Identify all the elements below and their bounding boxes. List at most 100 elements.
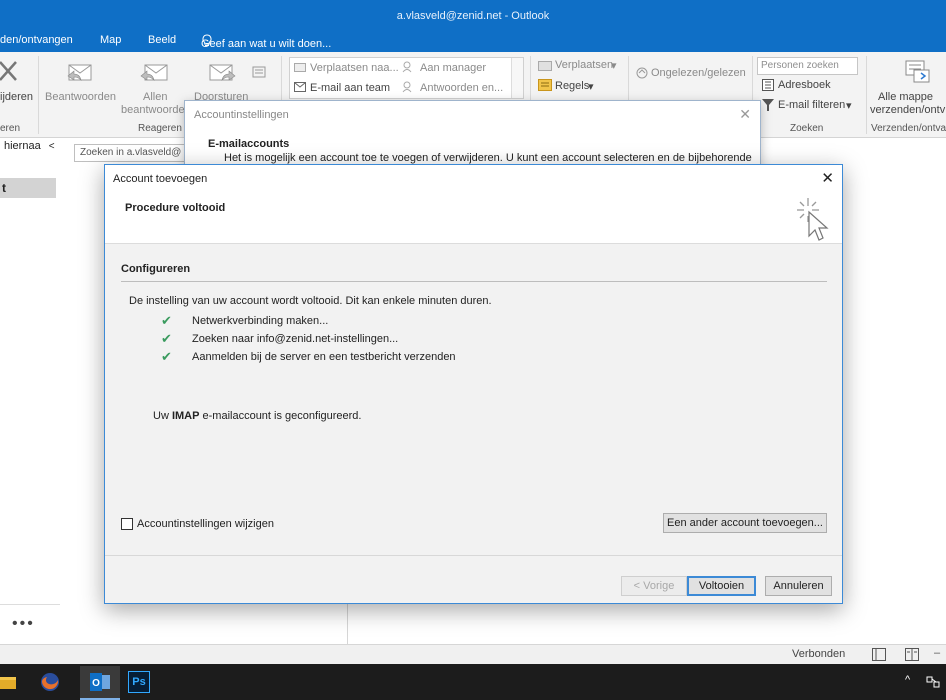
taskbar: O Ps ^: [0, 664, 946, 700]
address-book-button[interactable]: Adresboek: [778, 79, 831, 91]
config-step-label: Aanmelden bij de server en een testberic…: [192, 351, 456, 363]
filter-icon: [762, 99, 774, 111]
checkbox-box[interactable]: [121, 518, 133, 530]
reply-all-label-1[interactable]: Allen: [143, 91, 167, 103]
drag-here-label: hiernaa: [4, 140, 41, 152]
reply-icon: [67, 64, 92, 81]
group-respond-label: Reageren: [138, 123, 182, 134]
finish-button[interactable]: Voltooien: [687, 576, 756, 596]
close-icon[interactable]: ✕: [739, 106, 751, 123]
quick-step-reply-delete[interactable]: Antwoorden en...: [420, 82, 503, 94]
chevron-down-icon: ▾: [611, 60, 617, 72]
configure-section-title: Configureren: [121, 263, 191, 275]
email-accounts-description: Het is mogelijk een account toe te voege…: [224, 152, 752, 164]
configure-intro-text: De instelling van uw account wordt volto…: [129, 295, 492, 307]
result-protocol: IMAP: [171, 410, 200, 422]
config-step: ✔ Zoeken naar info@zenid.net-instellinge…: [161, 331, 398, 347]
dialog-header-title: Procedure voltooid: [125, 202, 226, 214]
unread-read-icon: [636, 67, 648, 79]
ribbon-separator: [38, 56, 39, 134]
status-bar: Verbonden –: [0, 644, 946, 664]
group-find-label: Zoeken: [790, 123, 824, 134]
photoshop-icon[interactable]: Ps: [128, 671, 150, 693]
window-title: a.vlasveld@zenid.net - Outlook: [396, 10, 550, 22]
quick-step-move-to[interactable]: Verplaatsen naa...: [310, 62, 399, 74]
result-prefix: Uw: [153, 410, 172, 422]
dialog-titlebar: Account toevoegen ✕: [105, 165, 842, 192]
close-icon[interactable]: ✕: [821, 169, 834, 187]
config-step-label: Netwerkverbinding maken...: [192, 315, 329, 327]
manager-icon: [402, 61, 412, 73]
cancel-button[interactable]: Annuleren: [765, 576, 832, 596]
chevron-down-icon: ▾: [846, 100, 852, 112]
chevron-up-icon[interactable]: ^: [905, 674, 910, 686]
tab-view[interactable]: Beeld: [148, 34, 176, 46]
firefox-icon[interactable]: [40, 672, 60, 692]
dialog-header: Procedure voltooid: [105, 192, 842, 244]
config-step: ✔ Aanmelden bij de server en een testber…: [161, 349, 456, 365]
config-step: ✔ Netwerkverbinding maken...: [161, 313, 328, 329]
move-icon: [538, 61, 552, 71]
pane-divider: [347, 604, 348, 644]
add-account-dialog: Account toevoegen ✕ Procedure voltooid C…: [104, 164, 843, 604]
checkmark-icon: ✔: [161, 331, 172, 346]
account-settings-title: Accountinstellingen: [194, 109, 289, 121]
filter-email-button[interactable]: E-mail filteren: [778, 99, 845, 111]
delete-icon: [0, 61, 17, 81]
dialog-title: Account toevoegen: [113, 173, 208, 185]
normal-view-icon[interactable]: [872, 648, 886, 661]
collapse-pane-icon[interactable]: <: [49, 141, 55, 152]
change-settings-checkbox[interactable]: Accountinstellingen wijzigen: [121, 518, 274, 530]
search-people-input[interactable]: Personen zoeken: [757, 57, 858, 75]
change-settings-label: Accountinstellingen wijzigen: [137, 518, 274, 530]
svg-text:O: O: [92, 678, 100, 689]
send-receive-all-label-1[interactable]: Alle mappe: [878, 91, 933, 103]
connection-status: Verbonden: [792, 648, 846, 660]
chevron-down-icon: ▾: [588, 81, 594, 93]
gallery-scroll[interactable]: [511, 58, 523, 98]
file-explorer-icon[interactable]: [0, 674, 16, 690]
quick-step-manager[interactable]: Aan manager: [420, 62, 486, 74]
checkmark-icon: ✔: [161, 349, 172, 364]
tell-me-label: Geef aan wat u wilt doen...: [201, 38, 332, 50]
selected-folder[interactable]: t: [0, 178, 56, 198]
config-step-label: Zoeken naar info@zenid.net-instellingen.…: [192, 333, 399, 345]
address-book-icon: [762, 79, 774, 91]
unread-read-button[interactable]: Ongelezen/gelezen: [651, 67, 746, 79]
account-settings-dialog: Accountinstellingen ✕ E-mailaccounts Het…: [184, 100, 761, 170]
result-suffix: e-mailaccount is geconfigureerd.: [199, 410, 362, 422]
forward-icon: [209, 64, 236, 81]
reading-view-icon[interactable]: [905, 648, 919, 661]
outlook-taskbar-button[interactable]: O: [80, 666, 120, 700]
reply-all-label-2[interactable]: beantwoorden: [121, 104, 191, 116]
move-button[interactable]: Verplaatsen: [555, 59, 613, 71]
search-mailbox-input[interactable]: Zoeken in a.vlasveld@: [74, 144, 194, 162]
quick-steps-gallery[interactable]: Verplaatsen naa... Aan manager E-mail aa…: [289, 57, 524, 99]
tab-send-receive[interactable]: den/ontvangen: [0, 34, 73, 46]
ribbon-separator: [866, 56, 867, 134]
footer-divider: [105, 555, 842, 556]
tab-folder[interactable]: Map: [100, 34, 121, 46]
rules-icon: [538, 79, 552, 91]
checkmark-icon: ✔: [161, 313, 172, 328]
send-receive-all-icon: [905, 60, 930, 83]
zoom-out-icon[interactable]: –: [934, 647, 940, 659]
reply-delete-icon: [402, 81, 412, 93]
group-send-receive-label: Verzenden/ontva: [871, 123, 946, 134]
rules-button[interactable]: Regels: [555, 80, 589, 92]
delete-button[interactable]: ijderen: [0, 91, 33, 103]
email-accounts-heading: E-mailaccounts: [208, 138, 290, 150]
config-result-text: Uw IMAP e-mailaccount is geconfigureerd.: [153, 410, 361, 422]
back-button[interactable]: < Vorige: [621, 576, 687, 596]
tell-me-box[interactable]: Geef aan wat u wilt doen...: [201, 34, 331, 50]
reply-button[interactable]: Beantwoorden: [45, 91, 116, 103]
reply-all-icon: [140, 64, 168, 81]
add-another-account-button[interactable]: Een ander account toevoegen...: [663, 513, 827, 533]
section-divider: [121, 281, 827, 282]
send-receive-all-label-2[interactable]: verzenden/ontv: [870, 104, 945, 116]
more-nav-button[interactable]: •••: [12, 615, 35, 633]
network-icon[interactable]: [925, 674, 941, 690]
quick-step-team-email[interactable]: E-mail aan team: [310, 82, 390, 94]
more-respond-icon[interactable]: [252, 66, 266, 78]
window-titlebar: a.vlasveld@zenid.net - Outlook: [0, 0, 946, 30]
